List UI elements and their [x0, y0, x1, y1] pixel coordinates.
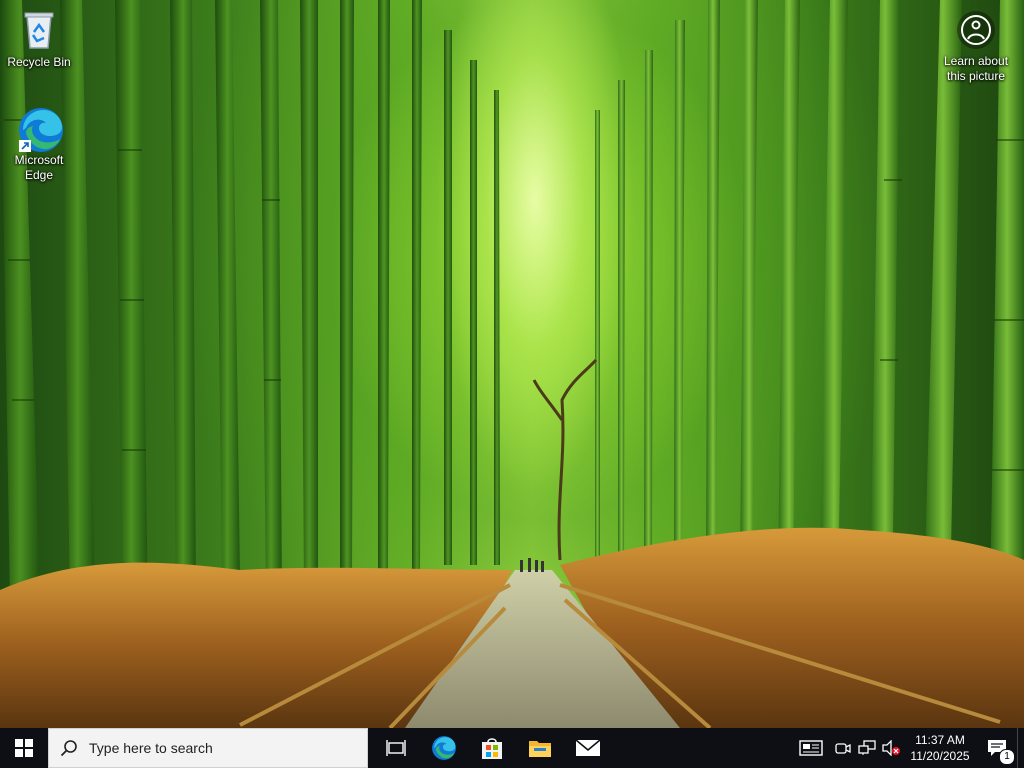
network-button[interactable]: [855, 728, 879, 768]
folder-icon: [529, 741, 551, 757]
news-widget-icon: [799, 740, 823, 756]
taskbar-search-box[interactable]: Type here to search: [48, 728, 368, 768]
task-view-button[interactable]: [372, 728, 420, 768]
learn-about-picture-label: Learn about this picture: [943, 54, 1009, 83]
taskbar: Type here to search 11:37 AM 11/20/2025 …: [0, 728, 1024, 768]
meet-now-icon: [835, 743, 851, 754]
camera-info-icon: [956, 10, 996, 50]
clock-time: 11:37 AM: [915, 733, 965, 747]
taskbar-edge-button[interactable]: [420, 728, 468, 768]
learn-about-picture[interactable]: Learn about this picture: [936, 10, 1016, 84]
store-icon: [482, 738, 502, 759]
search-icon: [49, 739, 89, 757]
volume-muted-icon: [882, 740, 900, 756]
search-placeholder: Type here to search: [89, 740, 213, 756]
start-button[interactable]: [0, 728, 48, 768]
system-tray: 11:37 AM 11/20/2025 1: [791, 728, 1024, 768]
windows-logo-icon: [15, 739, 33, 757]
desktop-wallpaper: [0, 0, 1024, 728]
edge-icon: [432, 736, 456, 760]
mail-icon: [575, 739, 601, 756]
task-view-icon: [386, 740, 406, 756]
network-icon: [858, 740, 876, 755]
taskbar-mail-button[interactable]: [564, 728, 612, 768]
desktop-icon-edge[interactable]: Microsoft Edge: [1, 106, 77, 183]
clock-date: 11/20/2025: [910, 749, 970, 763]
edge-icon: [17, 106, 63, 152]
bamboo-forest-image: [0, 0, 1024, 728]
notification-center-button[interactable]: 1: [977, 728, 1017, 768]
taskbar-file-explorer-button[interactable]: [516, 728, 564, 768]
show-desktop-button[interactable]: [1017, 728, 1024, 768]
notification-count-badge: 1: [999, 749, 1015, 765]
taskbar-clock[interactable]: 11:37 AM 11/20/2025: [903, 732, 977, 764]
volume-button[interactable]: [879, 728, 903, 768]
desktop-icon-label: Recycle Bin: [7, 55, 71, 69]
recycle-bin-icon: [17, 8, 61, 52]
desktop-icon-label: Microsoft Edge: [14, 153, 64, 182]
desktop-icon-recycle-bin[interactable]: Recycle Bin: [1, 8, 77, 70]
news-widget-button[interactable]: [791, 728, 831, 768]
taskbar-store-button[interactable]: [468, 728, 516, 768]
meet-now-button[interactable]: [831, 728, 855, 768]
